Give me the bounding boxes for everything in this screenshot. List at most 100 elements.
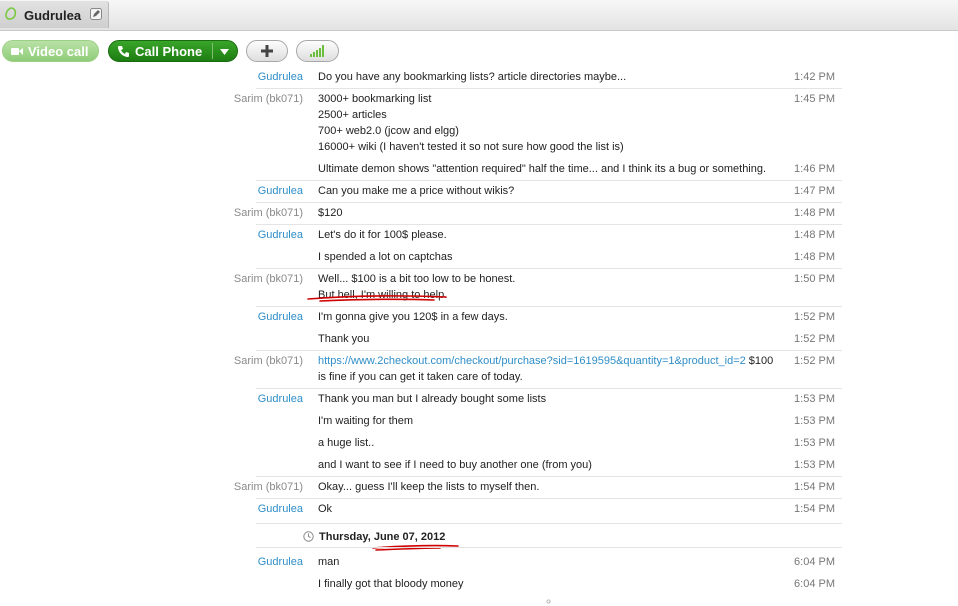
message-sender[interactable]: Gudrulea [200,227,303,243]
message-text: Thank you [318,331,786,347]
message-line: 16000+ wiki (I haven't tested it so not … [318,141,624,153]
divider [256,202,842,203]
message-time: 1:42 PM [794,71,835,83]
message-time: 1:52 PM [794,333,835,345]
divider [256,476,842,477]
message-text: 3000+ bookmarking list 2500+ articles 70… [318,91,786,155]
message-time: 1:52 PM [794,355,835,367]
video-call-button[interactable]: Video call [2,40,99,62]
message-time: 1:53 PM [794,459,835,471]
divider [256,547,842,548]
message-line: Can you make me a price without wikis? [318,185,515,197]
message-text: man [318,554,786,570]
message-time: 6:04 PM [794,578,835,590]
phone-icon [118,46,129,57]
divider [256,350,842,351]
skype-status-icon [5,7,17,20]
divider [256,88,842,89]
chevron-down-icon[interactable] [220,49,229,55]
message-line: Okay... guess I'll keep the lists to mys… [318,481,540,493]
divider [256,498,842,499]
message-time: 1:47 PM [794,185,835,197]
message-text: Ultimate demon shows "attention required… [318,161,786,177]
message-line: I'm waiting for them [318,415,414,427]
video-camera-icon [11,48,23,55]
call-quality-button[interactable] [296,40,339,62]
message-sender[interactable]: Gudrulea [200,391,303,407]
message-text: I'm gonna give you 120$ in a few days. [318,309,786,325]
message-time: 1:54 PM [794,503,835,515]
chat-history: Gudrulea Do you have any bookmarking lis… [0,69,958,606]
call-phone-button[interactable]: Call Phone [108,40,238,62]
message-time: 1:45 PM [794,93,835,105]
message-time: 1:53 PM [794,415,835,427]
message-time: 1:48 PM [794,251,835,263]
call-phone-label: Call Phone [135,44,203,59]
message-line: a huge list.. [318,437,375,449]
divider [256,268,842,269]
message-line: I finally got that bloody money [318,578,464,590]
message-time: 1:54 PM [794,481,835,493]
video-call-label: Video call [28,44,89,59]
message-line: Thank you [318,333,370,345]
message-time: 1:50 PM [794,273,835,285]
message-sender[interactable]: Gudrulea [200,309,303,325]
message-text: I finally got that bloody money [318,576,786,592]
message-text: Do you have any bookmarking lists? artic… [318,69,786,85]
message-sender[interactable]: Sarim (bk071) [200,271,303,287]
message-sender[interactable]: Gudrulea [200,554,303,570]
message-text: Ok [318,501,786,517]
add-button[interactable] [246,40,288,62]
message-sender[interactable]: Sarim (bk071) [200,479,303,495]
message-text: $120 [318,205,786,221]
message-line: man [318,556,340,568]
message-sender[interactable]: Gudrulea [200,69,303,85]
message-text: Can you make me a price without wikis? [318,183,786,199]
red-underline-annotation [307,295,447,302]
edit-icon[interactable] [90,8,102,20]
message-line: Ultimate demon shows "attention required… [318,163,767,175]
message-text: Let's do it for 100$ please. [318,227,786,243]
message-text: I spended a lot on captchas [318,249,786,265]
message-sender[interactable]: Gudrulea [200,501,303,517]
message-time: 1:52 PM [794,311,835,323]
divider [256,306,842,307]
message-sender[interactable]: Gudrulea [200,183,303,199]
conversation-tab[interactable]: Gudrulea [0,1,109,28]
date-weekday: Thursday, [319,531,371,543]
message-time: 1:53 PM [794,393,835,405]
divider [256,523,842,524]
message-text: Okay... guess I'll keep the lists to mys… [318,479,786,495]
message-text: Thank you man but I already bought some … [318,391,786,407]
message-line: Do you have any bookmarking lists? artic… [318,71,627,83]
message-line: Let's do it for 100$ please. [318,229,447,241]
message-sender[interactable]: Sarim (bk071) [200,205,303,221]
call-toolbar: Video call Call Phone [0,31,958,69]
plus-icon [261,45,273,57]
message-line: is fine if you can get it taken care of … [318,371,523,383]
message-line: 3000+ bookmarking list [318,93,432,105]
message-text: a huge list.. [318,435,786,451]
signal-bars-icon [310,45,324,57]
clock-icon [303,531,314,542]
divider [256,224,842,225]
message-time: 1:48 PM [794,229,835,241]
divider [256,388,842,389]
message-line: Well... $100 is a bit too low to be hone… [318,273,516,285]
message-line: and I want to see if I need to buy anoth… [318,459,592,471]
message-line: 2500+ articles [318,109,387,121]
message-text: I'm waiting for them [318,413,786,429]
typing-indicator-icon [546,599,551,604]
message-sender[interactable]: Sarim (bk071) [200,353,303,369]
tab-title: Gudrulea [24,8,82,23]
title-bar: Gudrulea [0,0,958,31]
checkout-link[interactable]: https://www.2checkout.com/checkout/purch… [318,355,746,367]
message-text: https://www.2checkout.com/checkout/purch… [318,353,786,385]
message-line: I'm gonna give you 120$ in a few days. [318,311,508,323]
divider [256,180,842,181]
message-sender[interactable]: Sarim (bk071) [200,91,303,107]
message-fragment: $100 [745,355,774,367]
message-line: $120 [318,207,343,219]
message-time: 6:04 PM [794,556,835,568]
button-divider [212,43,213,59]
